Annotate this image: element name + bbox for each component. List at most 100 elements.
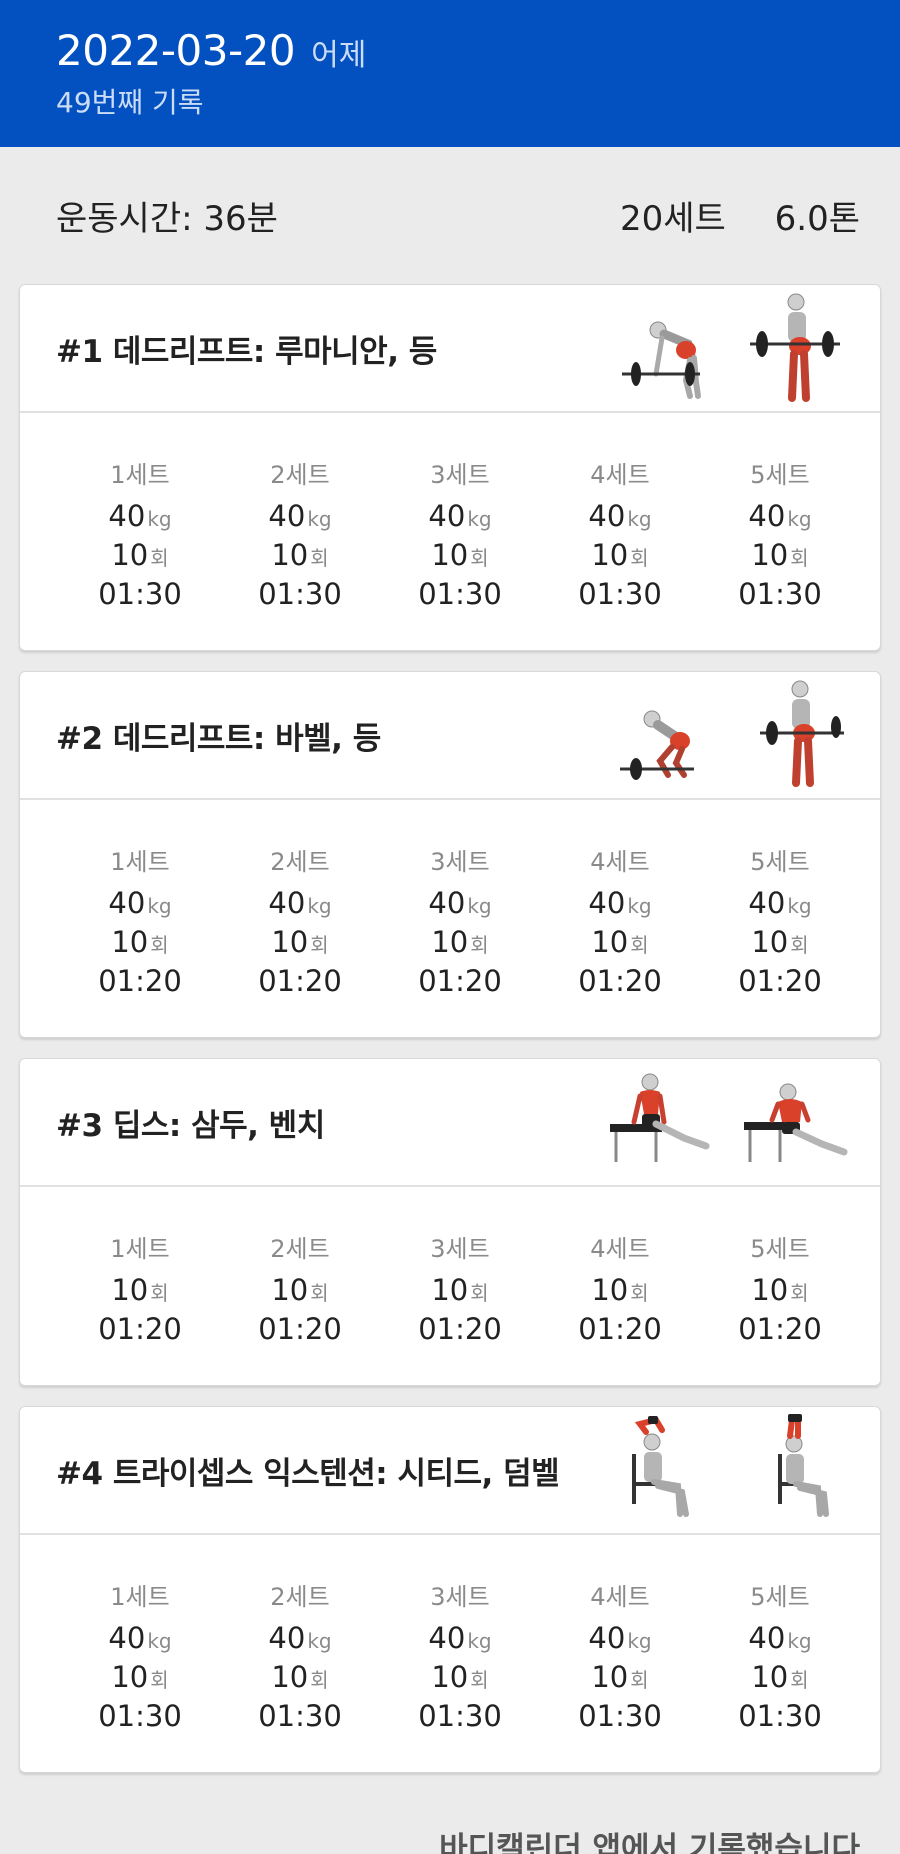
record-count: 49번째 기록 xyxy=(56,86,204,119)
weight-value: 40 xyxy=(268,1621,306,1655)
set-item[interactable]: 4세트 10 회 01:20 xyxy=(540,1229,700,1347)
set-item[interactable]: 1세트 40 kg 10 회 01:30 xyxy=(60,1577,220,1734)
exercise-card[interactable]: #1 데드리프트: 루마니안, 등 1세트 40 kg 10 회 01:30 2… xyxy=(19,284,881,651)
weight-value: 40 xyxy=(748,1621,786,1655)
reps-value: 10 xyxy=(271,1660,309,1694)
set-label: 4세트 xyxy=(590,848,650,876)
set-label: 4세트 xyxy=(590,1235,650,1263)
exercise-title: #1 데드리프트: 루마니안, 등 xyxy=(56,333,437,370)
set-label: 3세트 xyxy=(430,1583,490,1611)
set-reps: 10 회 xyxy=(751,1272,808,1311)
weight-value: 40 xyxy=(428,499,466,533)
set-weight: 40 kg xyxy=(108,1620,171,1659)
set-item[interactable]: 1세트 40 kg 10 회 01:20 xyxy=(60,842,220,999)
barbell-deadlift-end-icon xyxy=(760,680,844,787)
exercise-header: #3 딥스: 삼두, 벤치 xyxy=(20,1059,880,1187)
set-item[interactable]: 1세트 40 kg 10 회 01:30 xyxy=(60,455,220,612)
header: 2022-03-20 어제 49번째 기록 xyxy=(0,0,900,147)
set-rest: 01:20 xyxy=(418,964,502,998)
set-weight: 40 kg xyxy=(748,1620,811,1659)
set-item[interactable]: 3세트 40 kg 10 회 01:30 xyxy=(380,455,540,612)
set-rest: 01:20 xyxy=(258,1312,342,1346)
reps-value: 10 xyxy=(751,1273,789,1307)
set-item[interactable]: 4세트 40 kg 10 회 01:30 xyxy=(540,455,700,612)
reps-value: 10 xyxy=(111,538,149,572)
set-label: 5세트 xyxy=(750,1583,810,1611)
weight-unit: kg xyxy=(307,507,332,531)
reps-unit: 회 xyxy=(470,933,489,957)
reps-value: 10 xyxy=(431,1273,469,1307)
reps-value: 10 xyxy=(751,925,789,959)
romanian-deadlift-start-icon xyxy=(622,321,701,399)
set-reps: 10 회 xyxy=(591,924,648,963)
reps-unit: 회 xyxy=(790,1281,809,1305)
set-rest: 01:30 xyxy=(578,1699,662,1733)
set-reps: 10 회 xyxy=(111,537,168,576)
set-label: 2세트 xyxy=(270,1583,330,1611)
set-item[interactable]: 4세트 40 kg 10 회 01:30 xyxy=(540,1577,700,1734)
set-item[interactable]: 5세트 40 kg 10 회 01:30 xyxy=(700,455,860,612)
set-weight: 40 kg xyxy=(108,885,171,924)
set-reps: 10 회 xyxy=(271,1659,328,1698)
exercise-header: #4 트라이셉스 익스텐션: 시티드, 덤벨 xyxy=(20,1407,880,1535)
set-item[interactable]: 3세트 40 kg 10 회 01:20 xyxy=(380,842,540,999)
set-rest: 01:20 xyxy=(738,1312,822,1346)
set-rest: 01:20 xyxy=(418,1312,502,1346)
set-item[interactable]: 5세트 40 kg 10 회 01:20 xyxy=(700,842,860,999)
set-item[interactable]: 3세트 10 회 01:20 xyxy=(380,1229,540,1347)
reps-value: 10 xyxy=(591,925,629,959)
set-item[interactable]: 2세트 40 kg 10 회 01:20 xyxy=(220,842,380,999)
romanian-deadlift-end-icon xyxy=(750,293,840,402)
set-weight: 40 kg xyxy=(588,885,651,924)
weight-value: 40 xyxy=(588,886,626,920)
reps-value: 10 xyxy=(591,538,629,572)
exercise-card[interactable]: #2 데드리프트: 바벨, 등 1세트 40 kg 10 회 01:20 2세트… xyxy=(19,671,881,1038)
set-rest: 01:30 xyxy=(738,577,822,611)
exercise-illustrations xyxy=(606,679,850,791)
weight-value: 40 xyxy=(108,499,146,533)
app-credit: 바디캘린더 앱에서 기록했습니다 xyxy=(439,1831,860,1854)
set-reps: 10 회 xyxy=(591,1659,648,1698)
weight-unit: kg xyxy=(787,894,812,918)
reps-unit: 회 xyxy=(150,546,169,570)
total-tonnage: 6.0톤 xyxy=(774,199,860,239)
weight-value: 40 xyxy=(428,1621,466,1655)
set-label: 5세트 xyxy=(750,1235,810,1263)
exercise-header: #2 데드리프트: 바벨, 등 xyxy=(20,672,880,800)
set-reps: 10 회 xyxy=(111,1659,168,1698)
reps-unit: 회 xyxy=(630,1281,649,1305)
header-date-row: 2022-03-20 어제 xyxy=(56,26,844,75)
workout-summary: 운동시간: 36분 20세트 6.0톤 xyxy=(0,147,900,284)
weight-value: 40 xyxy=(108,1621,146,1655)
set-reps: 10 회 xyxy=(751,1659,808,1698)
set-item[interactable]: 2세트 40 kg 10 회 01:30 xyxy=(220,455,380,612)
reps-unit: 회 xyxy=(150,933,169,957)
reps-value: 10 xyxy=(431,538,469,572)
set-item[interactable]: 3세트 40 kg 10 회 01:30 xyxy=(380,1577,540,1734)
weight-unit: kg xyxy=(147,507,172,531)
set-reps: 10 회 xyxy=(431,537,488,576)
set-reps: 10 회 xyxy=(591,1272,648,1311)
set-rest: 01:20 xyxy=(98,964,182,998)
set-item[interactable]: 2세트 40 kg 10 회 01:30 xyxy=(220,1577,380,1734)
set-weight: 40 kg xyxy=(588,1620,651,1659)
set-label: 3세트 xyxy=(430,1235,490,1263)
seated-triceps-extension-start-icon xyxy=(632,1416,689,1517)
set-item[interactable]: 4세트 40 kg 10 회 01:20 xyxy=(540,842,700,999)
weight-value: 40 xyxy=(748,499,786,533)
set-weight: 40 kg xyxy=(428,885,491,924)
exercise-card[interactable]: #4 트라이셉스 익스텐션: 시티드, 덤벨 1세트 40 kg 10 회 01… xyxy=(19,1406,881,1773)
set-item[interactable]: 1세트 10 회 01:20 xyxy=(60,1229,220,1347)
set-item[interactable]: 5세트 40 kg 10 회 01:30 xyxy=(700,1577,860,1734)
reps-unit: 회 xyxy=(150,1668,169,1692)
set-rest: 01:20 xyxy=(258,964,342,998)
set-rest: 01:30 xyxy=(578,577,662,611)
set-item[interactable]: 5세트 10 회 01:20 xyxy=(700,1229,860,1347)
set-rest: 01:30 xyxy=(258,577,342,611)
exercise-card[interactable]: #3 딥스: 삼두, 벤치 1세트 10 회 01:20 2세트 10 회 01… xyxy=(19,1058,881,1386)
set-item[interactable]: 2세트 10 회 01:20 xyxy=(220,1229,380,1347)
reps-unit: 회 xyxy=(630,933,649,957)
reps-unit: 회 xyxy=(310,1281,329,1305)
exercise-title: #3 딥스: 삼두, 벤치 xyxy=(56,1107,325,1144)
set-label: 5세트 xyxy=(750,461,810,489)
